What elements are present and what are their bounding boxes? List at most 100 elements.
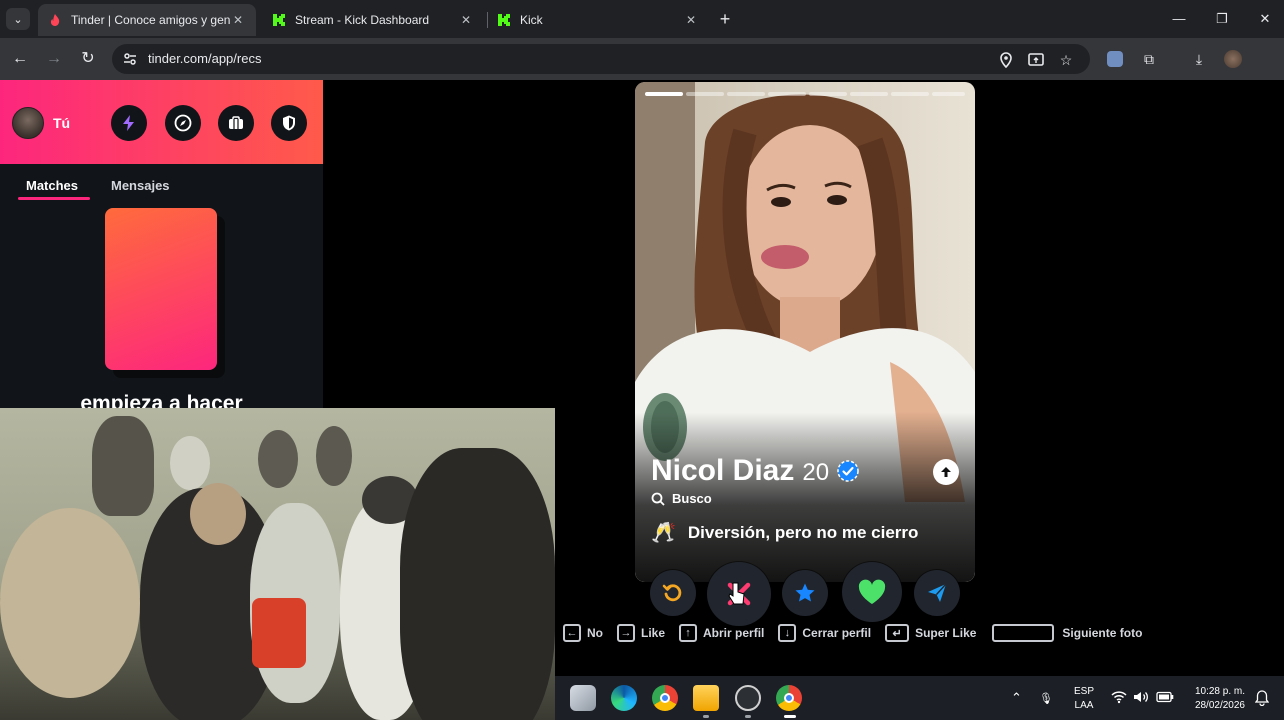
relationship-intent: 🥂 Diversión, pero no me cierro — [651, 520, 918, 545]
clock-date: 28/02/2026 — [1194, 700, 1245, 711]
explore-icon — [174, 114, 192, 132]
boost-button[interactable] — [111, 105, 147, 141]
extension-icon[interactable] — [1104, 48, 1126, 70]
hint-close-profile: ↓ Cerrar perfil — [778, 624, 871, 642]
volume-icon[interactable] — [1133, 690, 1149, 704]
new-tab-button[interactable]: + — [714, 8, 736, 30]
star-icon — [795, 583, 815, 602]
matches-promo-card — [105, 208, 217, 370]
running-indicator — [703, 715, 709, 718]
file-explorer-icon[interactable] — [693, 685, 719, 711]
chrome-profile-icon[interactable] — [776, 685, 802, 711]
hint-super-like: ↵ Super Like — [885, 624, 976, 642]
profile-age: 20 — [802, 459, 830, 486]
webcam-person — [0, 508, 140, 698]
forward-arrow-icon[interactable]: → — [42, 47, 66, 71]
hint-no-label: No — [587, 626, 603, 640]
mouse-cursor-icon — [728, 582, 745, 605]
tab-close-icon[interactable]: ✕ — [683, 13, 699, 27]
download-icon[interactable]: ⤓ — [1188, 48, 1210, 70]
right-arrow-key-icon: → — [617, 624, 635, 642]
hint-no: ← No — [563, 624, 603, 642]
maximize-button[interactable]: ❐ — [1207, 7, 1237, 31]
send-icon — [928, 583, 947, 602]
profile-avatar-icon[interactable] — [1222, 48, 1244, 70]
safety-shield-icon — [283, 115, 295, 131]
enter-key-icon: ↵ — [885, 624, 910, 642]
puzzle-extensions-icon[interactable]: ⧉ — [1138, 48, 1160, 70]
photo-progress-segment — [932, 92, 965, 96]
site-settings-icon[interactable] — [122, 51, 138, 67]
tab-matches[interactable]: Matches — [26, 178, 78, 193]
tinder-flame-icon — [50, 14, 60, 26]
hint-next-photo-label: Siguiente foto — [1062, 626, 1143, 640]
tinder-sidebar: Tú Matches Mensajes empieza a hacer — [0, 80, 323, 415]
input-language[interactable]: ESP LAA — [1073, 685, 1095, 713]
rewind-button[interactable] — [650, 570, 696, 616]
webcam-person — [190, 483, 246, 545]
address-bar[interactable]: tinder.com/app/recs ☆ — [112, 44, 1090, 74]
photo-progress-segment — [850, 92, 888, 96]
tab-close-icon[interactable]: ✕ — [230, 13, 246, 27]
wifi-icon[interactable] — [1111, 690, 1127, 704]
swipe-night-button[interactable] — [218, 105, 254, 141]
webcam-overlay — [0, 408, 555, 720]
boost-send-button[interactable] — [914, 570, 960, 616]
system-clock[interactable]: 10:28 p. m. 28/02/2026 — [1183, 685, 1245, 713]
task-view-icon[interactable] — [570, 685, 596, 711]
hint-like: → Like — [617, 624, 665, 642]
close-window-button[interactable]: ✕ — [1250, 7, 1280, 31]
tab-tinder[interactable]: Tinder | Conoce amigos y gente ✕ — [38, 4, 256, 36]
arrow-up-icon — [941, 467, 951, 477]
search-icon — [651, 492, 665, 506]
hint-open-profile: ↑ Abrir perfil — [679, 624, 764, 642]
edge-browser-icon[interactable] — [611, 685, 637, 711]
kick-logo-icon — [498, 14, 510, 26]
rewind-icon — [662, 584, 682, 602]
hint-close-profile-label: Cerrar perfil — [802, 626, 872, 640]
tab-messages[interactable]: Mensajes — [111, 178, 170, 193]
user-label[interactable]: Tú — [53, 115, 70, 131]
tab-title: Stream - Kick Dashboard — [295, 13, 430, 27]
left-arrow-key-icon: ← — [563, 624, 581, 642]
looking-for-label: Busco — [672, 491, 712, 506]
location-pin-icon[interactable] — [996, 50, 1016, 70]
windows-taskbar: ⌃ 🎙 ESP LAA 10:28 p. m. 28/02/2026 — [555, 676, 1284, 720]
microphone-icon[interactable]: 🎙 — [1039, 676, 1053, 720]
photo-progress-segment — [768, 92, 806, 96]
minimize-button[interactable]: — — [1164, 7, 1194, 31]
battery-icon[interactable] — [1156, 691, 1174, 703]
tray-chevron-icon[interactable]: ⌃ — [1011, 676, 1022, 720]
verified-badge-icon — [837, 460, 859, 482]
chrome-icon[interactable] — [652, 685, 678, 711]
tab-search-chevron-icon[interactable]: ⌄ — [6, 8, 30, 30]
bookmark-star-icon[interactable]: ☆ — [1056, 50, 1076, 70]
heart-icon — [858, 579, 886, 604]
photo-progress-segment — [686, 92, 724, 96]
like-button[interactable] — [842, 562, 902, 622]
safety-button[interactable] — [271, 105, 307, 141]
tab-kick-dashboard[interactable]: Stream - Kick Dashboard ✕ — [262, 4, 484, 36]
photo-progress-segment — [727, 92, 765, 96]
tab-close-icon[interactable]: ✕ — [458, 13, 474, 27]
boost-icon — [123, 115, 134, 131]
obs-icon[interactable] — [735, 685, 761, 711]
url-text: tinder.com/app/recs — [148, 51, 262, 66]
profile-card[interactable]: Nicol Diaz 20 Busco 🥂 Diversión, pero no… — [635, 82, 975, 582]
up-arrow-key-icon: ↑ — [679, 624, 698, 642]
kick-logo-icon — [273, 14, 285, 26]
webcam-hat — [92, 416, 154, 516]
back-arrow-icon[interactable]: ← — [8, 47, 32, 71]
super-like-button[interactable] — [782, 570, 828, 616]
reload-icon[interactable]: ↻ — [76, 47, 100, 71]
explore-button[interactable] — [165, 105, 201, 141]
tab-kick[interactable]: Kick ✕ — [487, 4, 709, 36]
keyboard-hints: ← No → Like ↑ Abrir perfil ↓ Cerrar perf… — [563, 622, 1156, 644]
open-profile-button[interactable] — [933, 459, 959, 485]
hint-like-label: Like — [641, 626, 666, 640]
webcam-chip-bag — [252, 598, 306, 668]
cast-icon[interactable] — [1026, 50, 1046, 70]
tab-title: Tinder | Conoce amigos y gente — [71, 13, 230, 27]
notification-bell-icon[interactable] — [1255, 690, 1269, 706]
user-avatar[interactable] — [12, 107, 44, 139]
